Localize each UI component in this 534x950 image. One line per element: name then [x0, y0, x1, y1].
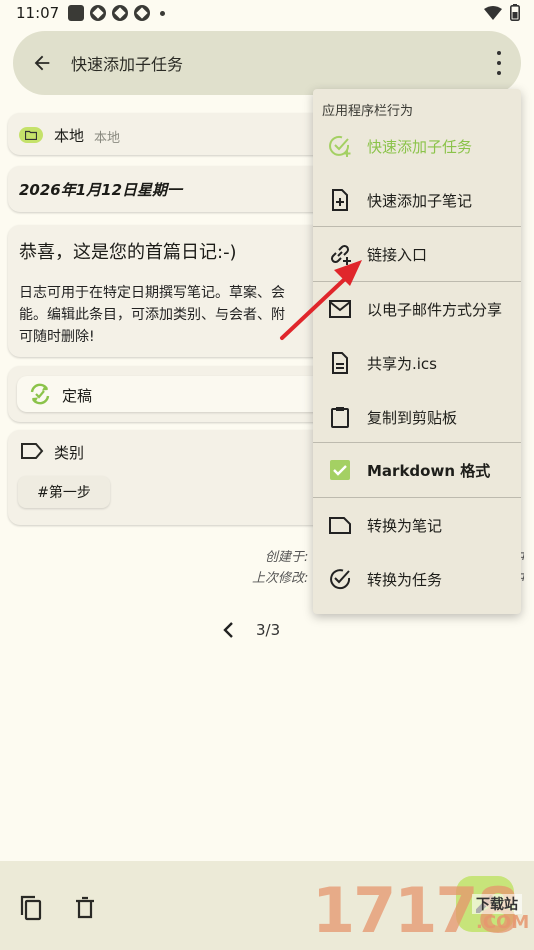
notification-pinwheel-icon [112, 5, 128, 21]
notification-pinwheel-icon [134, 5, 150, 21]
modified-label: 上次修改: [252, 571, 309, 586]
menu-item-markdown-toggle[interactable]: Markdown 格式 [313, 443, 521, 497]
checkbox-checked-icon [330, 460, 350, 480]
menu-item-quick-add-subtask[interactable]: 快速添加子任务 [313, 119, 521, 173]
menu-item-label: 共享为.ics [367, 355, 437, 373]
status-system-icons [484, 4, 520, 21]
collection-account: 本地 [94, 131, 121, 146]
label-icon [21, 443, 44, 459]
entry-date: 2026年1月12日星期一 [19, 181, 183, 199]
menu-item-quick-add-subnote[interactable]: 快速添加子笔记 [313, 173, 521, 227]
menu-item-convert-task[interactable]: 转换为任务 [313, 552, 521, 606]
notification-pinwheel-icon [90, 5, 106, 21]
check-circle-icon [330, 569, 351, 590]
clipboard-icon [331, 407, 349, 428]
status-notification-icons [68, 5, 165, 21]
menu-item-label: 快速添加子笔记 [367, 192, 473, 210]
more-notifications-dot-icon [160, 10, 165, 16]
entry-title: 恭喜，这是您的首篇日记:-) [19, 242, 237, 263]
previous-page-button[interactable] [221, 620, 237, 640]
page-title: 快速添加子任务 [71, 55, 184, 74]
page-indicator: 3/3 [256, 621, 281, 639]
back-button[interactable] [29, 50, 55, 76]
battery-icon [510, 4, 520, 21]
menu-item-label: Markdown 格式 [367, 462, 491, 480]
status-sync-icon [30, 383, 50, 405]
menu-item-label: 快速添加子任务 [367, 138, 473, 156]
note-icon [329, 517, 351, 534]
note-plus-icon [332, 189, 348, 211]
status-time: 11:07 [16, 4, 60, 22]
collection-name: 本地 [54, 127, 85, 145]
created-label: 创建于: [265, 550, 309, 565]
arrow-back-icon [34, 55, 50, 71]
menu-item-convert-note[interactable]: 转换为笔记 [313, 498, 521, 552]
annotation-arrow [280, 260, 362, 340]
menu-item-label: 转换为笔记 [367, 517, 443, 535]
status-value: 定稿 [62, 387, 93, 405]
menu-header: 应用程序栏行为 [322, 104, 414, 119]
top-app-bar: 快速添加子任务 [13, 31, 521, 95]
menu-item-copy-clipboard[interactable]: 复制到剪贴板 [313, 390, 521, 444]
copy-icon[interactable] [18, 895, 44, 923]
categories-label: 类别 [54, 444, 85, 462]
watermark-site: 下载站 [472, 894, 522, 914]
collection-folder-chip [19, 127, 43, 143]
watermark-domain: .COM [476, 912, 530, 933]
category-tag-chip[interactable]: #第一步 [18, 476, 110, 508]
folder-icon [25, 130, 37, 140]
notification-app-icon [68, 5, 84, 21]
file-icon [332, 352, 348, 374]
check-plus-icon [329, 135, 351, 157]
menu-item-label: 转换为任务 [367, 571, 443, 589]
wifi-icon [484, 5, 502, 20]
delete-icon[interactable] [74, 896, 96, 920]
menu-item-label: 复制到剪贴板 [367, 409, 458, 427]
more-options-button[interactable] [495, 51, 503, 75]
menu-item-label: 以电子邮件方式分享 [367, 301, 503, 319]
